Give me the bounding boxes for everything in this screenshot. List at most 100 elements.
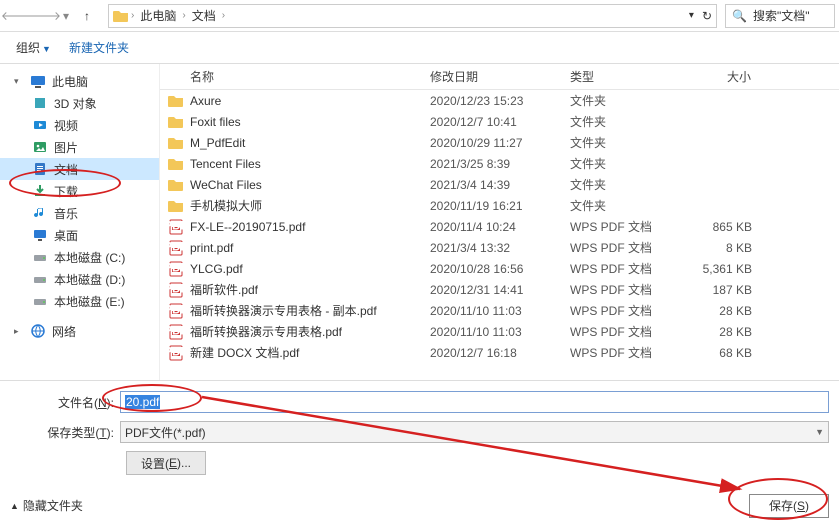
col-size[interactable]: 大小 (680, 68, 760, 85)
back-button[interactable]: 🡐 (4, 3, 30, 29)
sidebar-item-1[interactable]: 视频 (0, 114, 159, 136)
sidebar-item-9[interactable]: 本地磁盘 (E:) (0, 290, 159, 312)
sidebar-item-label: 文档 (54, 161, 78, 178)
file-row[interactable]: PDFFX-LE--20190715.pdf2020/11/4 10:24WPS… (160, 216, 839, 237)
chevron-down-icon: ▼ (815, 427, 824, 437)
folder-icon (113, 8, 129, 24)
address-bar[interactable]: › 此电脑 › 文档 › ▾ ↻ (108, 4, 717, 28)
sidebar-item-7[interactable]: 本地磁盘 (C:) (0, 246, 159, 268)
file-type: 文件夹 (562, 113, 680, 130)
file-row[interactable]: PDF福昕转换器演示专用表格.pdf2020/11/10 11:03WPS PD… (160, 321, 839, 342)
svg-text:PDF: PDF (168, 261, 184, 275)
3d-icon (32, 95, 48, 111)
sidebar-item-label: 音乐 (54, 205, 78, 222)
pdf-icon: PDF (168, 219, 184, 235)
music-icon (32, 205, 48, 221)
sidebar-item-label: 本地磁盘 (D:) (54, 271, 125, 288)
filename-input[interactable]: 20.pdf (120, 391, 829, 413)
sidebar-item-3[interactable]: 文档 (0, 158, 159, 180)
file-type: WPS PDF 文档 (562, 239, 680, 256)
file-date: 2020/10/29 11:27 (422, 136, 562, 150)
file-row[interactable]: Foxit files2020/12/7 10:41文件夹 (160, 111, 839, 132)
expand-icon[interactable]: ▾ (14, 76, 24, 87)
crumb-this-pc[interactable]: 此电脑 (136, 7, 180, 24)
file-date: 2020/12/31 14:41 (422, 283, 562, 297)
tree-this-pc[interactable]: ▾ 此电脑 (0, 70, 159, 92)
file-row[interactable]: PDF福昕转换器演示专用表格 - 副本.pdf2020/11/10 11:03W… (160, 300, 839, 321)
file-row[interactable]: WeChat Files2021/3/4 14:39文件夹 (160, 174, 839, 195)
pdf-icon: PDF (168, 261, 184, 277)
file-row[interactable]: PDF福昕软件.pdf2020/12/31 14:41WPS PDF 文档187… (160, 279, 839, 300)
history-dropdown[interactable]: ▾ (60, 9, 72, 23)
sidebar-item-2[interactable]: 图片 (0, 136, 159, 158)
savetype-combo[interactable]: PDF文件(*.pdf) ▼ (120, 421, 829, 443)
folder-icon (168, 198, 184, 214)
sidebar: ▾ 此电脑 3D 对象视频图片文档下载音乐桌面本地磁盘 (C:) 本地磁盘 (D:… (0, 64, 160, 380)
savetype-value: PDF文件(*.pdf) (125, 424, 206, 441)
sidebar-item-label: 桌面 (54, 227, 78, 244)
docs-icon (32, 161, 48, 177)
file-list: 名称 修改日期 类型 大小 Axure2020/12/23 15:23文件夹Fo… (160, 64, 839, 380)
file-row[interactable]: Tencent Files2021/3/25 8:39文件夹 (160, 153, 839, 174)
filename-label: 文件名(N): (10, 394, 120, 411)
hide-folders-label: 隐藏文件夹 (23, 497, 83, 514)
file-row[interactable]: M_PdfEdit 2020/10/29 11:27文件夹 (160, 132, 839, 153)
folder-icon (168, 93, 184, 109)
svg-text:PDF: PDF (168, 345, 184, 359)
col-date[interactable]: 修改日期 (422, 68, 562, 85)
expand-icon[interactable]: ▸ (14, 326, 24, 337)
file-row[interactable]: 手机模拟大师2020/11/19 16:21文件夹 (160, 195, 839, 216)
chevron-right-icon: › (129, 10, 136, 21)
file-type: WPS PDF 文档 (562, 281, 680, 298)
file-row[interactable]: Axure2020/12/23 15:23文件夹 (160, 90, 839, 111)
file-type: WPS PDF 文档 (562, 344, 680, 361)
file-name: WeChat Files (190, 178, 262, 192)
file-name: 福昕转换器演示专用表格.pdf (190, 323, 342, 340)
file-name: 新建 DOCX 文档.pdf (190, 344, 299, 361)
file-date: 2020/10/28 16:56 (422, 262, 562, 276)
file-name: M_PdfEdit (190, 136, 245, 150)
pdf-icon: PDF (168, 324, 184, 340)
organize-bar: 组织▼ 新建文件夹 (0, 32, 839, 64)
file-type: 文件夹 (562, 176, 680, 193)
folder-icon (168, 156, 184, 172)
sidebar-item-8[interactable]: 本地磁盘 (D:) (0, 268, 159, 290)
search-placeholder: 搜索"文档" (753, 7, 810, 24)
savetype-label: 保存类型(T): (10, 424, 120, 441)
sidebar-item-label: 3D 对象 (54, 95, 97, 112)
search-icon: 🔍 (732, 9, 747, 23)
sidebar-item-6[interactable]: 桌面 (0, 224, 159, 246)
sidebar-item-0[interactable]: 3D 对象 (0, 92, 159, 114)
up-button[interactable]: ↑ (74, 3, 100, 29)
save-button[interactable]: 保存(S) (749, 494, 829, 518)
file-row[interactable]: PDFYLCG.pdf2020/10/28 16:56WPS PDF 文档5,3… (160, 258, 839, 279)
file-date: 2020/12/23 15:23 (422, 94, 562, 108)
file-date: 2020/11/19 16:21 (422, 199, 562, 213)
sidebar-item-label: 下载 (54, 183, 78, 200)
pdf-icon: PDF (168, 303, 184, 319)
col-type[interactable]: 类型 (562, 68, 680, 85)
file-row[interactable]: PDFprint.pdf2021/3/4 13:32WPS PDF 文档8 KB (160, 237, 839, 258)
file-name: print.pdf (190, 241, 233, 255)
sidebar-item-label: 本地磁盘 (C:) (54, 249, 125, 266)
file-row[interactable]: PDF新建 DOCX 文档.pdf2020/12/7 16:18WPS PDF … (160, 342, 839, 363)
file-date: 2020/11/4 10:24 (422, 220, 562, 234)
svg-text:PDF: PDF (168, 303, 184, 317)
drive-icon (32, 249, 48, 265)
rows-container: Axure2020/12/23 15:23文件夹Foxit files2020/… (160, 90, 839, 380)
crumb-documents[interactable]: 文档 (188, 7, 220, 24)
chevron-down-icon[interactable]: ▾ (689, 10, 694, 21)
sidebar-item-4[interactable]: 下载 (0, 180, 159, 202)
col-name[interactable]: 名称 (160, 68, 422, 85)
file-type: 文件夹 (562, 134, 680, 151)
sidebar-item-5[interactable]: 音乐 (0, 202, 159, 224)
dialog-footer: ▲ 隐藏文件夹 保存(S) (0, 484, 839, 526)
new-folder-button[interactable]: 新建文件夹 (63, 37, 135, 58)
search-input[interactable]: 🔍 搜索"文档" (725, 4, 835, 28)
organize-button[interactable]: 组织▼ (10, 37, 57, 58)
desktop-icon (32, 227, 48, 243)
tree-network[interactable]: ▸ 网络 (0, 320, 159, 342)
folder-icon (168, 177, 184, 193)
hide-folders-toggle[interactable]: ▲ 隐藏文件夹 (10, 497, 83, 514)
refresh-icon[interactable]: ↻ (702, 9, 712, 23)
